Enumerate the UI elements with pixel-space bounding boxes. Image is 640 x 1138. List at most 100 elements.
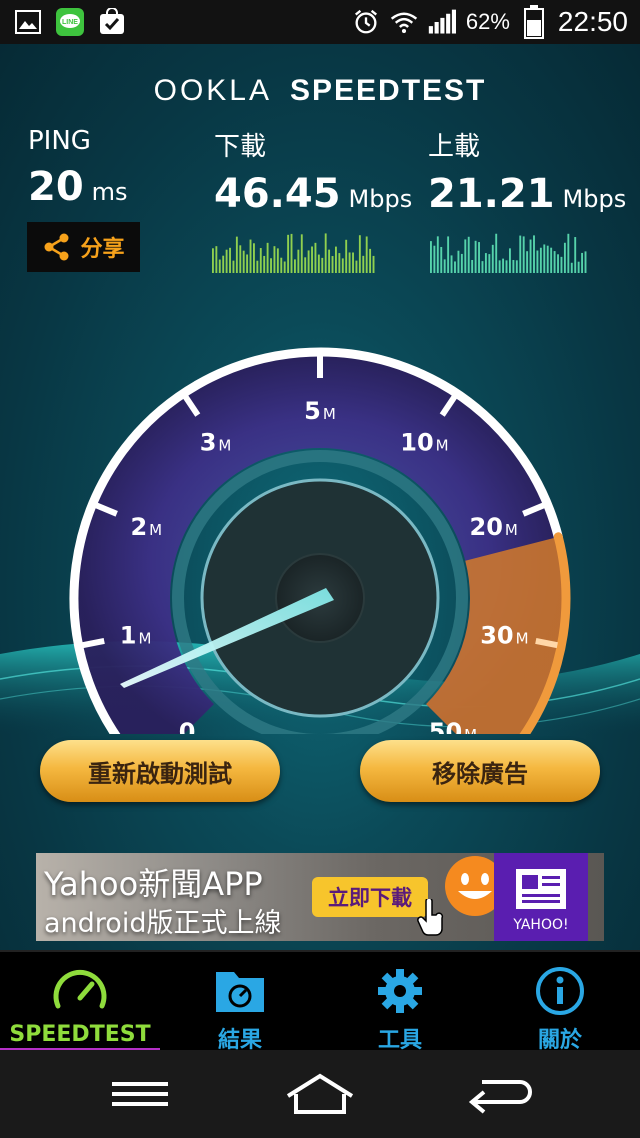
sparkline-bar (317, 254, 320, 273)
sparkline-bar (440, 246, 443, 273)
yahoo-brand-text: YAHOO! (513, 917, 569, 933)
ping-metric: PING 20 ms (28, 126, 128, 210)
sparkline-bar (529, 239, 532, 273)
tab-tools[interactable]: 工具 (320, 952, 480, 1053)
sparkline-bar (577, 261, 580, 273)
sparkline-bar (355, 260, 358, 273)
sparkline-bar (584, 251, 587, 273)
sparkline-bar (362, 255, 365, 273)
sparkline-bar (443, 259, 446, 273)
sparkline-bar (256, 260, 259, 273)
download-metric: 下載 46.45 Mbps (214, 126, 412, 217)
sparkline-bar (242, 250, 245, 273)
remove-ads-button[interactable]: 移除廣告 (360, 740, 600, 802)
status-bar: LINE 62% 22:50 (0, 0, 640, 44)
restart-test-button[interactable]: 重新啟動測試 (40, 740, 280, 802)
ad-download-button[interactable]: 立即下載 (312, 877, 428, 917)
ad-banner[interactable]: Yahoo新聞APP android版正式上線 立即下載 YAHOO! (36, 853, 604, 941)
sparkline-bar (273, 246, 276, 273)
sparkline-bar (328, 249, 331, 273)
sparkline-bar (304, 257, 307, 273)
sparkline-bar (218, 259, 221, 273)
sparkline-bar (352, 252, 354, 273)
sparkline-bar (287, 234, 290, 273)
sparkline-bar (324, 233, 327, 273)
speedtest-brand: SPEEDTEST (290, 74, 487, 107)
sparkline-bar (457, 250, 460, 273)
sparkline-bar (436, 236, 439, 273)
sparkline-bar (471, 259, 474, 273)
sparkline-bar (341, 258, 344, 273)
sparkline-bar (430, 241, 432, 273)
sparkline-bar (365, 236, 368, 273)
home-icon[interactable] (280, 1066, 360, 1122)
sparkline-bar (553, 251, 556, 273)
gauge-tick (82, 637, 105, 649)
shopping-bag-notification-icon (98, 8, 126, 36)
sparkline-bar (447, 236, 450, 273)
sparkline-bar (215, 246, 218, 273)
sparkline-bar (345, 239, 348, 273)
sparkline-bar (294, 259, 296, 273)
sparkline-bar (235, 236, 238, 273)
sparkline-bar (283, 261, 286, 273)
sparkline-bar (560, 256, 563, 273)
sparkline-bar (557, 254, 559, 273)
sparkline-bar (505, 260, 508, 273)
app-logo: OOKLA SPEEDTEST (0, 74, 640, 108)
sparkline-bar (450, 255, 453, 273)
yahoo-logo-panel: YAHOO! (494, 853, 588, 941)
sparkline-bar (232, 260, 235, 273)
share-button[interactable]: 分享 (27, 222, 140, 272)
battery-percent: 62% (465, 9, 510, 34)
sparkline-bar (222, 255, 225, 273)
sparkline-bar (543, 244, 546, 273)
speedtest-main-screen: OOKLA SPEEDTEST PING 20 ms 下載 46.45 Mbps 上載… (0, 44, 640, 950)
sparkline-bar (491, 244, 494, 273)
sparkline-bar (270, 258, 272, 273)
info-icon (536, 967, 584, 1015)
line-app-notification-icon: LINE (56, 8, 84, 36)
tab-speedtest[interactable]: SPEEDTEST (0, 952, 160, 1052)
system-navigation-bar (0, 1050, 640, 1138)
sparkline-bar (563, 242, 566, 273)
sparkline-bar (259, 248, 262, 273)
upload-unit: Mbps (562, 185, 627, 213)
sparkline-bar (536, 250, 539, 273)
bottom-tab-bar: SPEEDTEST 結果 工具 關於 (0, 950, 640, 1053)
tab-about[interactable]: 關於 (480, 952, 640, 1053)
sparkline-bar (464, 239, 467, 273)
sparkline-bar (229, 247, 231, 273)
back-icon[interactable] (460, 1066, 540, 1122)
share-icon (44, 233, 69, 261)
gauge-tick-label: 0 (179, 718, 196, 734)
ad-headline: Yahoo新聞APP (44, 865, 263, 903)
sparkline-bar (574, 237, 577, 273)
sparkline-bar (467, 236, 470, 273)
ookla-brand: OOKLA (153, 74, 272, 107)
tab-results[interactable]: 結果 (160, 952, 320, 1053)
sparkline-bar (246, 254, 249, 273)
sparkline-bar (358, 235, 361, 273)
ping-unit: ms (91, 178, 128, 206)
sparkline-bar (314, 242, 317, 273)
speed-gauge: 01M2M3M5M10M20M30M50M (0, 347, 640, 734)
newspaper-icon (516, 869, 566, 909)
sparkline-bar (300, 234, 303, 273)
download-label: 下載 (214, 132, 267, 162)
menu-icon[interactable] (100, 1066, 180, 1122)
wifi-icon (390, 8, 418, 36)
alarm-clock-icon (352, 8, 380, 36)
clock-time: 22:50 (557, 6, 628, 37)
upload-value-row: 21.21 Mbps (428, 171, 626, 217)
sparkline-bar (335, 246, 337, 273)
sparkline-bar (581, 252, 584, 273)
download-value-row: 46.45 Mbps (214, 171, 412, 217)
sparkline-bar (321, 257, 324, 273)
upload-sparkline (430, 233, 587, 273)
download-value: 46.45 (214, 171, 341, 217)
battery-icon (520, 5, 548, 39)
ping-value: 20 (28, 164, 84, 210)
upload-metric: 上載 21.21 Mbps (428, 126, 626, 217)
tab-speedtest-label: SPEEDTEST (9, 1022, 151, 1047)
